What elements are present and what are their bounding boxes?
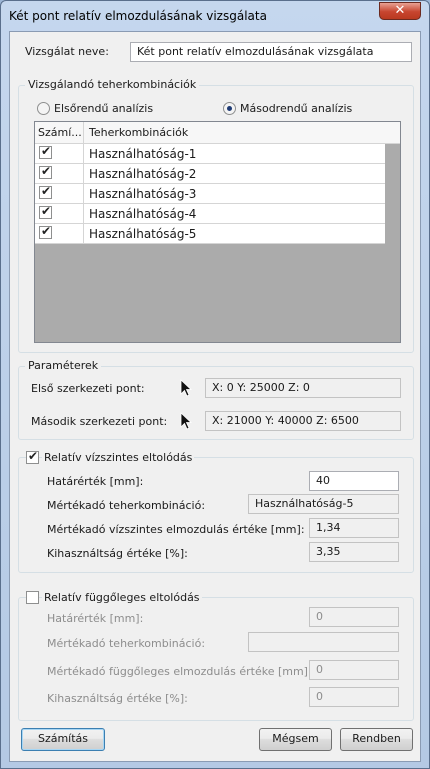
row-name: Használhatóság-2	[89, 167, 197, 181]
h-disp-value: 1,34	[309, 518, 399, 538]
second-order-label[interactable]: Másodrendű analízis	[240, 102, 352, 115]
params-group-title: Paraméterek	[25, 359, 102, 372]
v-combo-label: Mértékadó teherkombináció:	[47, 637, 206, 650]
dialog-window: Két pont relatív elmozdulásának vizsgála…	[0, 0, 430, 769]
ok-button[interactable]: Rendben	[340, 728, 413, 751]
grid-row[interactable]: ✔ Használhatóság-1	[35, 144, 385, 164]
grid-header: Számí... Teherkombinációk	[35, 122, 400, 144]
loadcombo-grid[interactable]: Számí... Teherkombinációk ✔ Használhatós…	[34, 121, 401, 343]
v-combo-value	[248, 632, 399, 652]
col-header-name[interactable]: Teherkombinációk	[84, 122, 384, 143]
h-util-label: Kihasználtság értéke [%]:	[47, 547, 188, 560]
first-order-radio[interactable]	[37, 102, 50, 115]
v-limit-label: Határérték [mm]:	[47, 612, 144, 625]
second-order-radio[interactable]	[223, 102, 236, 115]
second-point-value: X: 21000 Y: 40000 Z: 6500	[205, 411, 401, 431]
h-combo-label: Mértékadó teherkombináció:	[47, 499, 206, 512]
window-title: Két pont relatív elmozdulásának vizsgála…	[9, 9, 267, 23]
h-limit-input[interactable]: 40	[309, 471, 399, 491]
grid-row[interactable]: ✔ Használhatóság-4	[35, 204, 385, 224]
row-checkbox[interactable]: ✔	[39, 184, 52, 199]
h-combo-value: Használhatóság-5	[248, 494, 399, 514]
check-icon: ✔	[41, 224, 52, 238]
loadcombo-group-title: Vizsgálandó teherkombinációk	[25, 78, 200, 91]
v-util-label: Kihasználtság értéke [%]:	[47, 692, 188, 705]
h-util-value: 3,35	[309, 542, 399, 562]
grid-row[interactable]: ✔ Használhatóság-2	[35, 164, 385, 184]
row-checkbox[interactable]: ✔	[39, 204, 52, 219]
calculate-button[interactable]: Számítás	[21, 728, 105, 751]
check-icon: ✔	[28, 449, 39, 463]
analysis-name-label: Vizsgálat neve:	[25, 45, 109, 58]
title-bar[interactable]: Két pont relatív elmozdulásának vizsgála…	[1, 1, 429, 29]
pick-cursor-icon[interactable]	[180, 379, 192, 397]
analysis-name-input[interactable]: Két pont relatív elmozdulásának vizsgála…	[130, 42, 412, 62]
v-util-value: 0	[309, 687, 399, 707]
row-name: Használhatóság-3	[89, 187, 197, 201]
check-icon: ✔	[41, 184, 52, 198]
v-disp-value: 0	[309, 660, 399, 680]
col-header-calc[interactable]: Számí...	[35, 122, 84, 143]
h-disp-label: Mértékadó vízszintes elmozdulás értéke […	[47, 523, 305, 536]
check-icon: ✔	[41, 204, 52, 218]
dialog-client-area: Vizsgálat neve: Két pont relatív elmozdu…	[9, 31, 421, 762]
row-checkbox[interactable]: ✔	[39, 224, 52, 239]
cancel-button[interactable]: Mégsem	[259, 728, 332, 751]
row-name: Használhatóság-4	[89, 207, 197, 221]
row-checkbox[interactable]: ✔	[39, 144, 52, 159]
grid-row[interactable]: ✔ Használhatóság-5	[35, 224, 385, 244]
radio-selected-dot	[227, 106, 232, 111]
row-checkbox[interactable]: ✔	[39, 164, 52, 179]
first-point-value: X: 0 Y: 25000 Z: 0	[205, 378, 401, 398]
vertical-title[interactable]: Relatív függőleges eltolódás	[42, 591, 202, 604]
grid-row[interactable]: ✔ Használhatóság-3	[35, 184, 385, 204]
first-order-label[interactable]: Elsőrendű analízis	[54, 102, 153, 115]
first-point-label: Első szerkezeti pont:	[31, 382, 145, 395]
v-disp-label: Mértékadó függőleges elmozdulás értéke […	[47, 665, 312, 678]
close-button[interactable]: ✕	[379, 2, 421, 20]
second-point-label: Második szerkezeti pont:	[31, 415, 168, 428]
check-icon: ✔	[41, 164, 52, 178]
row-name: Használhatóság-5	[89, 227, 197, 241]
horizontal-title[interactable]: Relatív vízszintes eltolódás	[42, 451, 195, 464]
v-limit-input[interactable]: 0	[309, 607, 399, 627]
h-limit-label: Határérték [mm]:	[47, 475, 144, 488]
row-name: Használhatóság-1	[89, 147, 197, 161]
horizontal-checkbox[interactable]: ✔	[26, 449, 39, 464]
pick-cursor-icon[interactable]	[180, 412, 192, 430]
vertical-checkbox[interactable]	[26, 591, 39, 604]
check-icon: ✔	[41, 144, 52, 158]
